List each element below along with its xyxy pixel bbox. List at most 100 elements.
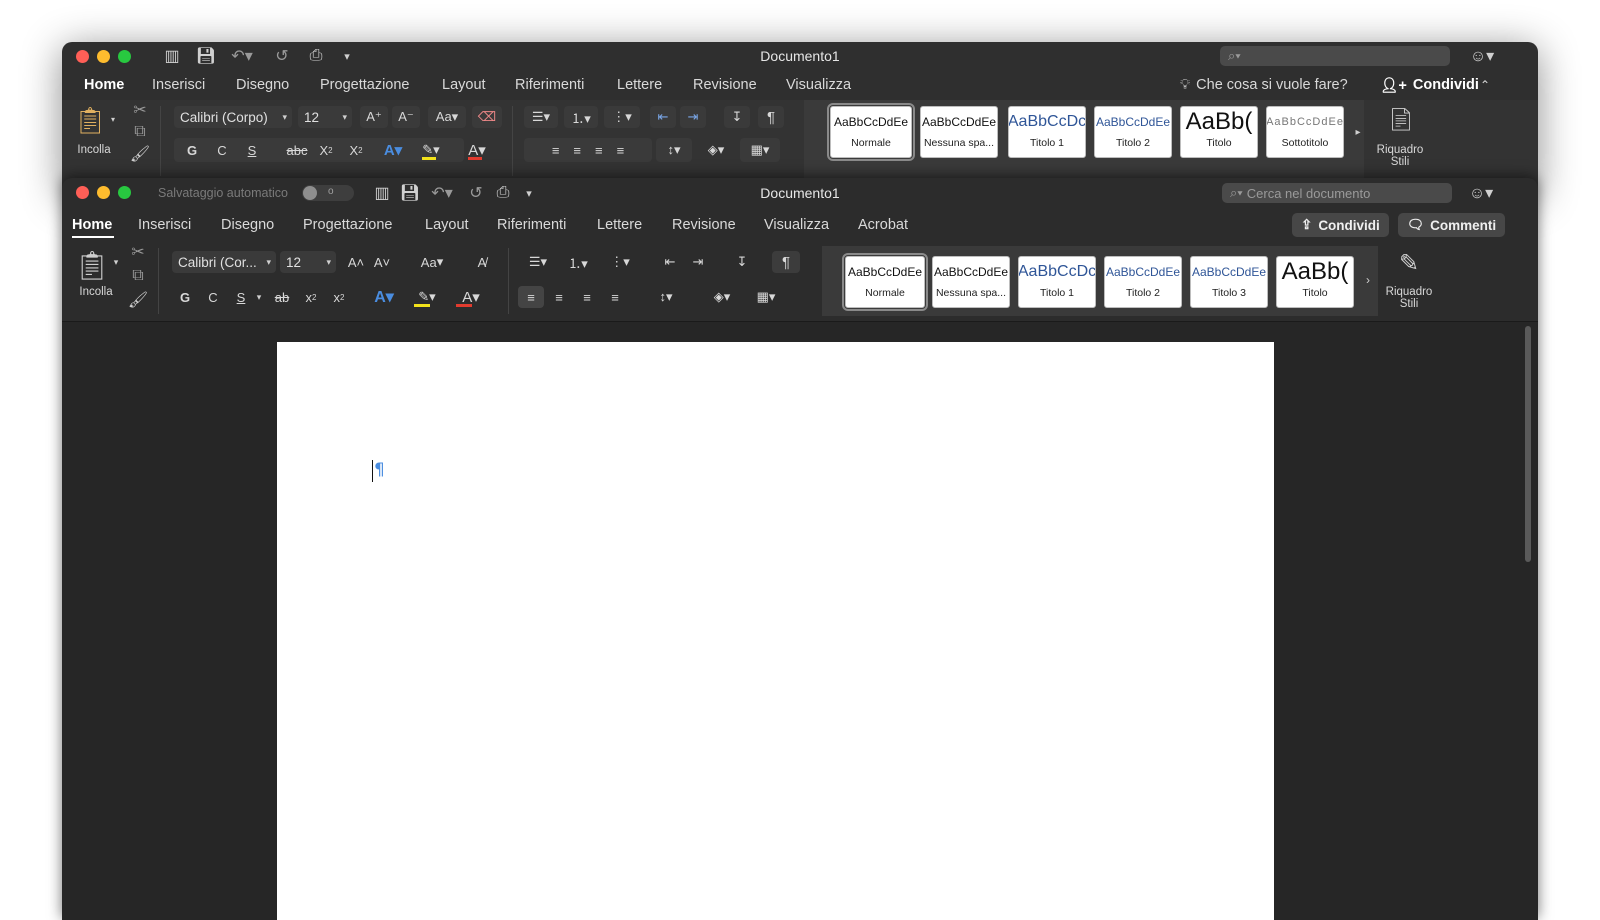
styles-pane-label[interactable]: Riquadro Stili [1368,144,1432,168]
style-titolo-1[interactable]: AaBbCcDc Titolo 1 [1018,256,1096,308]
font-size-select[interactable]: 12 ▾ [298,106,352,128]
underline-options-chevron-icon[interactable]: ▾ [254,290,264,304]
clear-formatting-icon[interactable]: A̸ [468,251,496,273]
style-sottotitolo[interactable]: AaBbCcDdEe Sottotitolo [1266,106,1344,158]
format-painter-icon[interactable]: 🖌︎ [130,146,150,163]
format-painter-icon[interactable]: 🖌︎ [128,292,148,309]
tab-acrobat[interactable]: Acrobat [858,208,908,242]
collapse-ribbon-icon[interactable]: ⌃ [1480,70,1490,100]
style-normale[interactable]: AaBbCcDdEe Normale [842,253,928,311]
change-case-button[interactable]: Aa▾ [428,106,466,128]
text-effects-icon[interactable]: A▾ [380,140,406,160]
shading-icon[interactable]: ◈▾ [702,286,742,308]
tab-lettere[interactable]: Lettere [617,70,662,100]
document-page[interactable]: ¶ [277,342,1274,920]
bold-button[interactable]: G [180,140,204,160]
increase-indent-icon[interactable]: ⇥ [686,251,710,273]
bullets-icon[interactable]: ☰▾ [520,251,556,273]
tell-me-search[interactable]: 💡︎ Che cosa si vuole fare? [1180,70,1348,100]
font-name-select[interactable]: Calibri (Cor... ▾ [172,251,276,273]
paste-options-chevron-icon[interactable]: ▾ [110,256,122,268]
style-nessuna-spaziatura[interactable]: AaBbCcDdEe Nessuna spa... [920,106,998,158]
tab-disegno[interactable]: Disegno [221,208,274,242]
tab-visualizza[interactable]: Visualizza [764,208,829,242]
decrease-indent-icon[interactable]: ⇤ [658,251,682,273]
shrink-font-button[interactable]: A⁻ [392,106,420,128]
underline-button[interactable]: S [230,286,252,308]
tab-disegno[interactable]: Disegno [236,70,289,100]
numbering-icon[interactable]: ⒈▾ [560,251,596,273]
paste-clipboard-icon[interactable]: 📋︎ [74,104,107,136]
increase-indent-icon[interactable]: ⇥ [680,106,706,128]
align-center-button[interactable]: ≡ [546,286,572,308]
multilevel-list-icon[interactable]: ⋮▾ [604,106,640,128]
style-nessuna-spaziatura[interactable]: AaBbCcDdEe Nessuna spa... [932,256,1010,308]
italic-button[interactable]: C [202,286,224,308]
styles-pane-icon[interactable]: 📄︎ [1386,104,1416,136]
style-titolo-3[interactable]: AaBbCcDdEe Titolo 3 [1190,256,1268,308]
decrease-indent-icon[interactable]: ⇤ [650,106,676,128]
tab-revisione[interactable]: Revisione [693,70,757,100]
font-size-select[interactable]: 12 ▾ [280,251,336,273]
grow-font-button[interactable]: A˄ [344,251,368,273]
style-titolo-2[interactable]: AaBbCcDdEe Titolo 2 [1094,106,1172,158]
change-case-button[interactable]: Aa▾ [412,251,452,273]
underline-button[interactable]: S [240,140,264,160]
line-spacing-icon[interactable]: ↕▾ [646,286,686,308]
document-search-input[interactable]: ⌕▾ Cerca nel documento [1222,183,1452,203]
multilevel-list-icon[interactable]: ⋮▾ [600,251,640,273]
bold-button[interactable]: G [174,286,196,308]
tab-riferimenti[interactable]: Riferimenti [515,70,584,100]
style-titolo[interactable]: AaBb( Titolo [1276,256,1354,308]
cut-icon[interactable]: ✂ [130,244,146,261]
borders-icon[interactable]: ▦▾ [740,138,780,162]
font-name-select[interactable]: Calibri (Corpo) ▾ [174,106,292,128]
styles-pane-icon[interactable]: ✎ [1392,246,1426,280]
justify-button[interactable]: ≡ [602,286,628,308]
superscript-button[interactable]: x2 [328,286,350,308]
back-share-button[interactable]: 👤︎+ Condividi [1380,70,1479,100]
align-left-button[interactable]: ≡ [518,286,544,308]
alignment-group[interactable]: ≡≡≡≡ [524,138,652,162]
subscript-button[interactable]: x2 [300,286,322,308]
paste-options-chevron-icon[interactable]: ▾ [108,114,118,124]
tab-progettazione[interactable]: Progettazione [320,70,409,100]
style-titolo-1[interactable]: AaBbCcDc Titolo 1 [1008,106,1086,158]
share-button[interactable]: ⇪ Condividi [1292,213,1389,237]
smiley-feedback-icon[interactable]: ☺▾ [1464,183,1498,203]
tab-visualizza[interactable]: Visualizza [786,70,851,100]
show-formatting-icon[interactable]: ¶ [758,106,784,128]
line-spacing-icon[interactable]: ↕▾ [656,138,692,162]
paste-clipboard-icon[interactable]: 📋︎ [74,248,110,282]
text-effects-icon[interactable]: A▾ [368,286,400,308]
comments-button[interactable]: 🗨︎ Commenti [1398,213,1506,237]
shading-icon[interactable]: ◈▾ [698,138,734,162]
tab-inserisci[interactable]: Inserisci [138,208,191,242]
tab-riferimenti[interactable]: Riferimenti [497,208,566,242]
italic-button[interactable]: C [210,140,234,160]
tab-layout[interactable]: Layout [442,70,486,100]
styles-pane-label[interactable]: Riquadro Stili [1376,286,1442,310]
superscript-button[interactable]: X2 [344,140,368,160]
show-formatting-icon[interactable]: ¶ [772,251,800,273]
strikethrough-button[interactable]: ab [270,286,294,308]
smiley-feedback-icon[interactable]: ☺▾ [1466,46,1498,66]
subscript-button[interactable]: X2 [314,140,338,160]
numbering-icon[interactable]: ⒈▾ [564,106,598,128]
cut-icon[interactable]: ✂ [132,102,148,119]
tab-layout[interactable]: Layout [425,208,469,242]
tab-lettere[interactable]: Lettere [597,208,642,242]
tab-revisione[interactable]: Revisione [672,208,736,242]
align-right-button[interactable]: ≡ [574,286,600,308]
styles-next-icon[interactable]: › [1362,272,1374,288]
tab-progettazione[interactable]: Progettazione [303,208,392,242]
clear-formatting-icon[interactable]: ⌫ [472,106,502,128]
tab-inserisci[interactable]: Inserisci [152,70,205,100]
borders-icon[interactable]: ▦▾ [746,286,786,308]
back-search-input[interactable]: ⌕▾ [1220,46,1450,66]
shrink-font-button[interactable]: A˅ [370,251,394,273]
sort-icon[interactable]: ↧ [730,251,754,273]
style-titolo-2[interactable]: AaBbCcDdEe Titolo 2 [1104,256,1182,308]
bullets-icon[interactable]: ☰▾ [524,106,558,128]
vertical-scrollbar[interactable] [1525,326,1531,562]
